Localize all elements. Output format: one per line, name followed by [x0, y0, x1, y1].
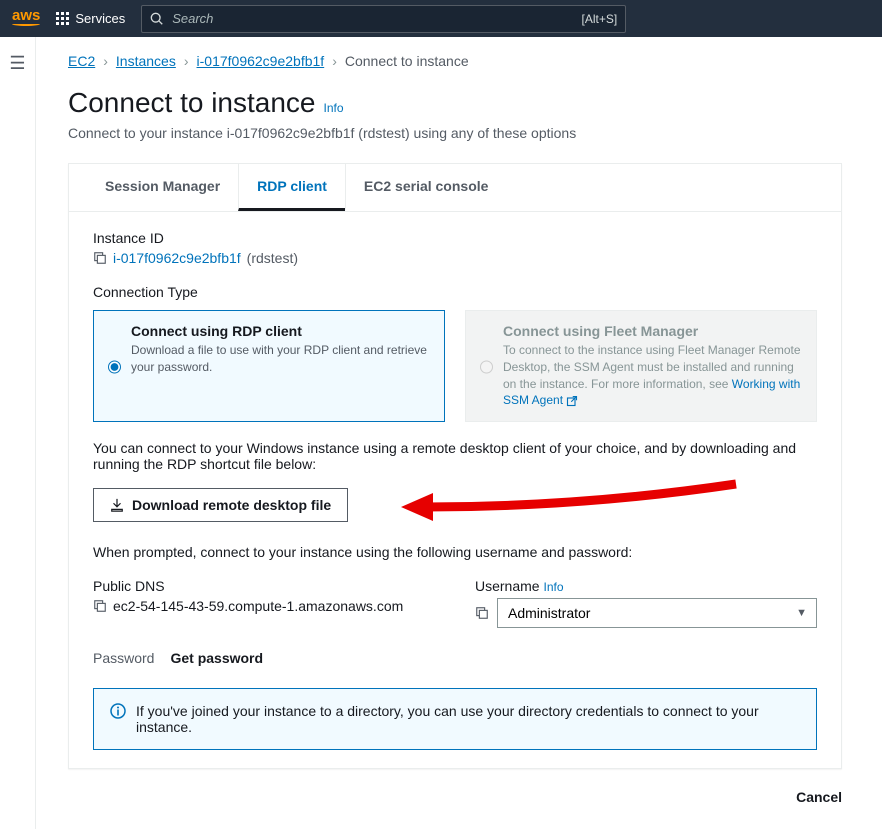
crumb-current: Connect to instance: [345, 53, 469, 69]
para-connect-info: You can connect to your Windows instance…: [93, 440, 817, 472]
services-label: Services: [75, 11, 125, 26]
tab-session-manager[interactable]: Session Manager: [87, 164, 238, 211]
option-fleet-title: Connect using Fleet Manager: [503, 323, 802, 339]
instance-id-label: Instance ID: [93, 230, 817, 246]
connection-options: Connect using RDP client Download a file…: [93, 310, 817, 422]
global-search[interactable]: [Alt+S]: [141, 5, 626, 33]
instance-id-line: i-017f0962c9e2bfb1f (rdstest): [93, 250, 817, 266]
main-content: EC2 › Instances › i-017f0962c9e2bfb1f › …: [36, 37, 882, 829]
username-info-link[interactable]: Info: [543, 580, 563, 594]
public-dns-line: ec2-54-145-43-59.compute-1.amazonaws.com: [93, 598, 435, 614]
directory-info-text: If you've joined your instance to a dire…: [136, 703, 800, 735]
chevron-right-icon: ›: [332, 53, 337, 69]
public-dns-label: Public DNS: [93, 578, 435, 594]
breadcrumb: EC2 › Instances › i-017f0962c9e2bfb1f › …: [68, 53, 842, 69]
get-password-link[interactable]: Get password: [170, 650, 263, 666]
option-rdp-client[interactable]: Connect using RDP client Download a file…: [93, 310, 445, 422]
sidebar-toggle-col: ☰: [0, 37, 36, 829]
username-label-text: Username: [475, 578, 540, 594]
search-input[interactable]: [172, 11, 573, 26]
username-select-wrap: ▼: [497, 598, 817, 628]
services-menu[interactable]: Services: [56, 11, 125, 26]
download-icon: [110, 498, 124, 512]
connection-type-label: Connection Type: [93, 284, 817, 300]
public-dns-col: Public DNS ec2-54-145-43-59.compute-1.am…: [93, 578, 435, 628]
search-shortcut: [Alt+S]: [582, 12, 618, 26]
public-dns-value: ec2-54-145-43-59.compute-1.amazonaws.com: [113, 598, 403, 614]
instance-name: (rdstest): [247, 250, 298, 266]
username-label: Username Info: [475, 578, 817, 594]
info-icon: [110, 703, 126, 719]
info-link[interactable]: Info: [324, 101, 344, 115]
page-subtitle: Connect to your instance i-017f0962c9e2b…: [68, 125, 842, 141]
download-rdp-label: Download remote desktop file: [132, 497, 331, 513]
option-rdp-title: Connect using RDP client: [131, 323, 430, 339]
username-row: ▼: [475, 598, 817, 628]
hamburger-icon[interactable]: ☰: [9, 53, 25, 829]
cancel-button[interactable]: Cancel: [796, 789, 842, 805]
panel-body: Instance ID i-017f0962c9e2bfb1f (rdstest…: [69, 212, 841, 768]
aws-logo-text: aws: [12, 11, 40, 22]
connect-panel: Session Manager RDP client EC2 serial co…: [68, 163, 842, 769]
aws-smile-icon: [12, 22, 40, 26]
crumb-instances[interactable]: Instances: [116, 53, 176, 69]
page-title-text: Connect to instance: [68, 87, 316, 119]
page-title: Connect to instance Info: [68, 87, 842, 119]
tab-rdp-client[interactable]: RDP client: [238, 164, 345, 211]
crumb-instance-id[interactable]: i-017f0962c9e2bfb1f: [197, 53, 325, 69]
download-rdp-button[interactable]: Download remote desktop file: [93, 488, 348, 522]
password-row: Password Get password: [93, 650, 817, 666]
credential-columns: Public DNS ec2-54-145-43-59.compute-1.am…: [93, 578, 817, 628]
chevron-right-icon: ›: [103, 53, 108, 69]
option-fleet-manager: Connect using Fleet Manager To connect t…: [465, 310, 817, 422]
instance-id-link[interactable]: i-017f0962c9e2bfb1f: [113, 250, 241, 266]
crumb-ec2[interactable]: EC2: [68, 53, 95, 69]
username-col: Username Info ▼: [475, 578, 817, 628]
option-rdp-desc: Download a file to use with your RDP cli…: [131, 342, 430, 376]
grid-icon: [56, 12, 69, 25]
chevron-right-icon: ›: [184, 53, 189, 69]
footer: Cancel: [68, 769, 842, 805]
tabs: Session Manager RDP client EC2 serial co…: [69, 164, 841, 212]
top-nav: aws Services [Alt+S]: [0, 0, 882, 37]
directory-info-box: If you've joined your instance to a dire…: [93, 688, 817, 750]
tab-serial-console[interactable]: EC2 serial console: [345, 164, 507, 211]
copy-icon[interactable]: [475, 606, 489, 620]
arrow-icon: [401, 479, 741, 529]
aws-logo[interactable]: aws: [12, 11, 40, 26]
username-select[interactable]: [497, 598, 817, 628]
radio-rdp-client[interactable]: [108, 325, 121, 409]
password-label: Password: [93, 650, 154, 666]
radio-fleet-manager: [480, 325, 493, 409]
external-link-icon: [566, 395, 578, 407]
copy-icon[interactable]: [93, 251, 107, 265]
para-credentials: When prompted, connect to your instance …: [93, 544, 817, 560]
copy-icon[interactable]: [93, 599, 107, 613]
search-icon: [150, 12, 164, 26]
option-fleet-desc: To connect to the instance using Fleet M…: [503, 342, 802, 409]
